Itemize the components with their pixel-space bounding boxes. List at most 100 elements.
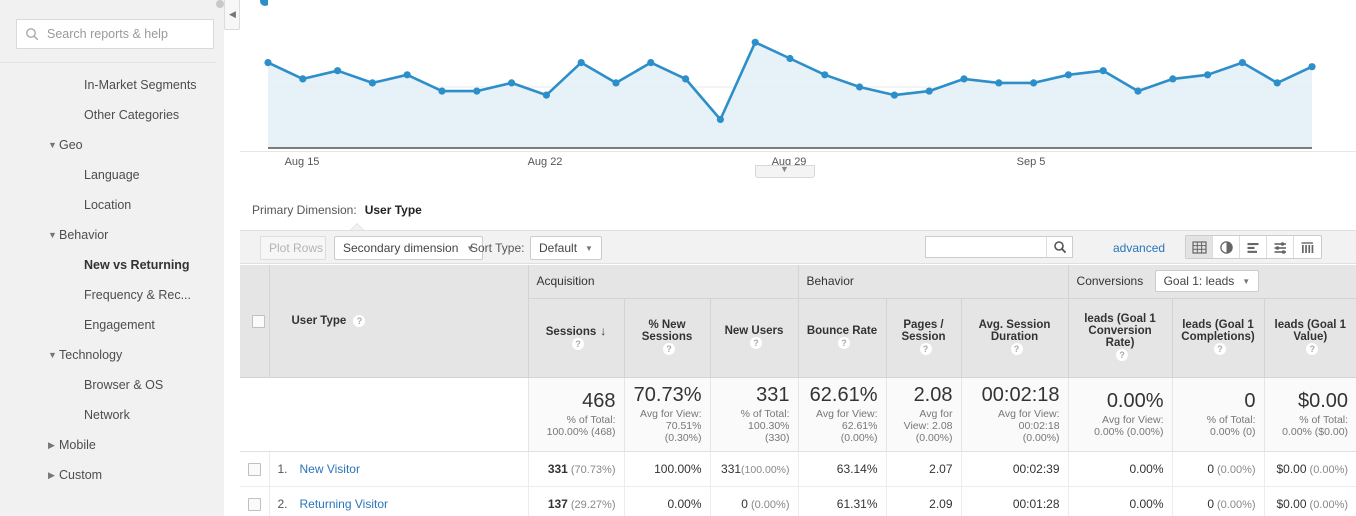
- cell-percentage: (29.27%): [570, 498, 616, 511]
- table-view-icon[interactable]: [1186, 236, 1213, 258]
- summary-subtext: Avg for View: 0.00% (0.00%): [1094, 414, 1164, 438]
- row-checkbox[interactable]: [247, 497, 261, 511]
- sidebar-item-behavior[interactable]: Behavior: [0, 220, 224, 250]
- sidebar-item-engagement[interactable]: Engagement: [0, 310, 224, 340]
- cell-value: 0: [741, 496, 748, 511]
- caret-down-icon[interactable]: [48, 340, 58, 370]
- comparison-view-icon[interactable]: [1267, 236, 1294, 258]
- row-checkbox-cell[interactable]: [240, 486, 269, 516]
- column-header-new-sessions[interactable]: % New Sessions?: [623, 298, 710, 377]
- help-icon[interactable]: ?: [750, 337, 762, 350]
- advanced-link[interactable]: advanced: [1113, 236, 1165, 260]
- column-header-leads-goal-1-completions[interactable]: leads (Goal 1 Completions)?: [1171, 298, 1265, 377]
- column-header-leads-goal-1-conversion-rate[interactable]: leads (Goal 1 Conversion Rate)?: [1067, 298, 1173, 377]
- help-icon[interactable]: ?: [1214, 343, 1227, 356]
- column-header-avg-session-duration[interactable]: Avg. Session Duration?: [960, 298, 1069, 377]
- cell-percentage: (0.00%): [1217, 463, 1256, 476]
- sidebar-item-location[interactable]: Location: [0, 190, 224, 220]
- summary-cell: 70.73% Avg for View: 70.51% (0.30%): [623, 376, 710, 452]
- goal-selector-button[interactable]: Goal 1: leads ▼: [1154, 270, 1260, 293]
- sidebar-collapse-button[interactable]: ◀: [224, 0, 240, 30]
- table-search-box[interactable]: [925, 236, 1073, 258]
- column-header-bounce-rate[interactable]: Bounce Rate?: [797, 298, 886, 377]
- summary-cell: 0.00% Avg for View: 0.00% (0.00%): [1067, 376, 1173, 452]
- plot-rows-button[interactable]: Plot Rows: [260, 236, 326, 260]
- sidebar-item-new-vs-returning[interactable]: New vs Returning: [0, 250, 224, 280]
- x-axis-tick-aug15: Aug 15: [284, 156, 320, 168]
- sidebar-scrollbar-track[interactable]: [216, 0, 224, 516]
- table-search-input[interactable]: [926, 237, 1048, 257]
- summary-dimension-cell: [269, 376, 528, 452]
- sidebar-item-other-categories[interactable]: Other Categories: [0, 100, 224, 130]
- row-dimension-cell: 1. New Visitor: [268, 451, 528, 487]
- help-icon[interactable]: ?: [838, 337, 850, 350]
- sidebar-item-geo[interactable]: Geo: [0, 130, 224, 160]
- sidebar: In-Market Segments Other Categories Geo Lan…: [0, 0, 224, 516]
- row-checkbox[interactable]: [247, 462, 261, 476]
- select-all-checkbox[interactable]: [251, 314, 265, 328]
- table-cell: 0 (0.00%): [1171, 451, 1265, 487]
- group-label: Acquisition: [536, 274, 595, 289]
- table-row[interactable]: 2. Returning Visitor 137 (29.27%) 0.00% 0 (0.0…: [240, 486, 1356, 516]
- caret-down-icon[interactable]: [48, 130, 58, 160]
- help-icon[interactable]: ?: [1010, 343, 1023, 356]
- sidebar-item-mobile[interactable]: Mobile: [0, 430, 224, 460]
- search-input[interactable]: [45, 20, 210, 48]
- sidebar-item-frequency-rec[interactable]: Frequency & Rec...: [0, 280, 224, 310]
- sort-descending-icon[interactable]: ↓: [600, 324, 606, 338]
- summary-value: 0: [1244, 390, 1256, 412]
- goal-selector-value: Goal 1: leads: [1163, 274, 1235, 289]
- sidebar-item-network[interactable]: Network: [0, 400, 224, 430]
- row-checkbox-cell[interactable]: [240, 451, 269, 487]
- help-icon[interactable]: ?: [353, 314, 366, 327]
- column-header-new-users[interactable]: New Users?: [709, 298, 798, 377]
- row-dimension-link[interactable]: Returning Visitor: [300, 497, 389, 511]
- select-all-cell: [240, 265, 269, 377]
- sidebar-scrollbar-thumb[interactable]: [216, 0, 224, 8]
- caret-down-icon[interactable]: [48, 220, 58, 250]
- help-icon[interactable]: ?: [1116, 349, 1129, 362]
- pie-chart-view-icon[interactable]: [1213, 236, 1240, 258]
- table-row[interactable]: 1. New Visitor 331 (70.73%) 100.00% 331(100.0…: [240, 451, 1356, 487]
- summary-subtext: % of Total: 100.30% (330): [740, 408, 790, 444]
- help-icon[interactable]: ?: [1306, 343, 1319, 356]
- cell-value: 137: [547, 496, 568, 511]
- cell-value: 0: [1207, 496, 1214, 511]
- sidebar-item-in-market-segments[interactable]: In-Market Segments: [0, 70, 224, 100]
- column-header-sessions[interactable]: Sessions ↓?: [527, 298, 624, 377]
- sidebar-item-technology[interactable]: Technology: [0, 340, 224, 370]
- dimension-header-cell[interactable]: User Type ?: [268, 265, 528, 377]
- summary-subtext: % of Total: 0.00% (0): [1206, 414, 1256, 438]
- help-icon[interactable]: ?: [572, 338, 584, 351]
- sidebar-item-label: Geo: [59, 138, 83, 152]
- sidebar-search[interactable]: [16, 19, 214, 49]
- summary-value: 0.00%: [1106, 390, 1164, 412]
- cell-percentage: (0.00%): [1217, 498, 1256, 511]
- chart-plot-area: [264, 0, 1316, 149]
- row-dimension-link[interactable]: New Visitor: [300, 462, 360, 476]
- table-toolbar: Plot Rows Secondary dimension ▼ Sort Type…: [240, 230, 1356, 264]
- pivot-view-icon[interactable]: [1294, 236, 1321, 258]
- primary-dimension-value[interactable]: User Type: [365, 203, 422, 217]
- sidebar-item-browser-os[interactable]: Browser & OS: [0, 370, 224, 400]
- sidebar-item-custom[interactable]: Custom: [0, 460, 224, 490]
- column-header-leads-goal-1-value[interactable]: leads (Goal 1 Value)?: [1263, 298, 1356, 377]
- cell-value: 63.14%: [836, 461, 878, 476]
- table-search-button[interactable]: [1046, 237, 1072, 257]
- secondary-dimension-button[interactable]: Secondary dimension ▼: [334, 236, 484, 260]
- sidebar-item-language[interactable]: Language: [0, 160, 224, 190]
- sort-type-button[interactable]: Default ▼: [530, 236, 602, 260]
- help-icon[interactable]: ?: [663, 343, 675, 356]
- cell-value: 61.31%: [836, 496, 878, 511]
- sidebar-divider: [0, 62, 224, 63]
- summary-subtext: % of Total: 0.00% ($0.00): [1282, 414, 1349, 438]
- caret-right-icon[interactable]: [48, 460, 58, 490]
- help-icon[interactable]: ?: [919, 343, 932, 356]
- caret-right-icon[interactable]: [48, 430, 58, 460]
- cell-value: 0.00%: [1129, 461, 1164, 476]
- chart-collapse-toggle[interactable]: ▼: [755, 164, 815, 178]
- bar-chart-view-icon[interactable]: [1240, 236, 1267, 258]
- summary-subtext: Avg for View: 00:02:18 (0.00%): [998, 408, 1060, 444]
- column-header-pages-session[interactable]: Pages / Session?: [885, 298, 961, 377]
- summary-value: $0.00: [1298, 390, 1349, 412]
